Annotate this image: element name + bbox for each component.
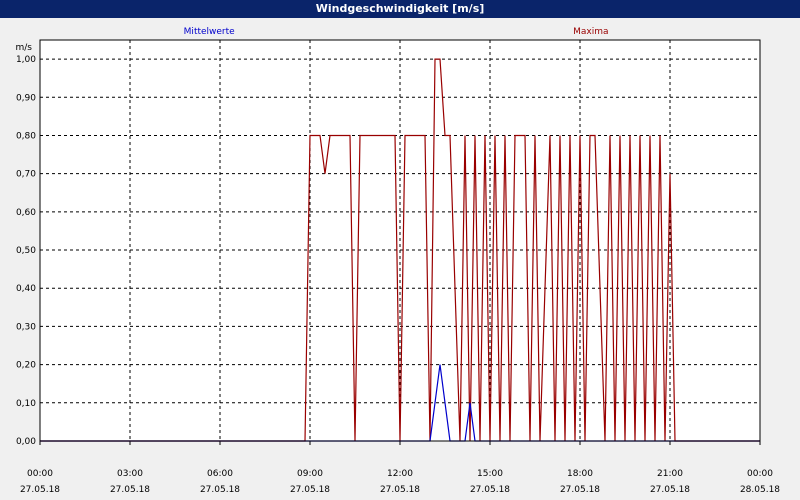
x-tick-date: 27.05.18 bbox=[470, 485, 510, 495]
legend-entry-mittelwerte: Mittelwerte bbox=[184, 27, 235, 37]
y-tick-label: 0,80 bbox=[16, 131, 36, 141]
y-tick-label: 1,00 bbox=[16, 55, 36, 65]
y-axis-label: m/s bbox=[16, 43, 33, 53]
x-tick-time: 21:00 bbox=[657, 469, 683, 479]
chart-window: Windgeschwindigkeit [m/s] 0,00 0,10 0,20 0,… bbox=[0, 0, 800, 500]
y-tick-label: 0,00 bbox=[16, 437, 36, 447]
x-tick-time: 00:00 bbox=[747, 469, 773, 479]
chart: 0,00 0,10 0,20 0,30 0,40 0,50 0,60 0,70 0,80 0,90… bbox=[16, 27, 781, 495]
x-tick-time: 09:00 bbox=[297, 469, 323, 479]
x-tick-time: 15:00 bbox=[477, 469, 503, 479]
x-tick-time: 00:00 bbox=[27, 469, 53, 479]
y-tick-label: 0,20 bbox=[16, 361, 36, 371]
x-tick-time: 12:00 bbox=[387, 469, 413, 479]
y-tick-label: 0,60 bbox=[16, 208, 36, 218]
y-tick-label: 0,70 bbox=[16, 170, 36, 180]
x-tick-date: 27.05.18 bbox=[20, 485, 60, 495]
x-tick-date: 27.05.18 bbox=[650, 485, 690, 495]
x-tick-time: 06:00 bbox=[207, 469, 233, 479]
x-tick-time: 18:00 bbox=[567, 469, 593, 479]
x-tick-date: 27.05.18 bbox=[290, 485, 330, 495]
x-tick-date: 27.05.18 bbox=[110, 485, 150, 495]
y-tick-label: 0,10 bbox=[16, 399, 36, 409]
x-tick-time: 03:00 bbox=[117, 469, 143, 479]
y-tick-label: 0,30 bbox=[16, 322, 36, 332]
window-title: Windgeschwindigkeit [m/s] bbox=[0, 0, 800, 18]
x-tick-date: 27.05.18 bbox=[560, 485, 600, 495]
x-tick-date: 28.05.18 bbox=[740, 485, 780, 495]
x-tick-date: 27.05.18 bbox=[380, 485, 420, 495]
y-tick-label: 0,50 bbox=[16, 246, 36, 256]
legend-entry-maxima: Maxima bbox=[573, 27, 608, 37]
x-tick-date: 27.05.18 bbox=[200, 485, 240, 495]
y-tick-label: 0,90 bbox=[16, 93, 36, 103]
y-tick-label: 0,40 bbox=[16, 284, 36, 294]
